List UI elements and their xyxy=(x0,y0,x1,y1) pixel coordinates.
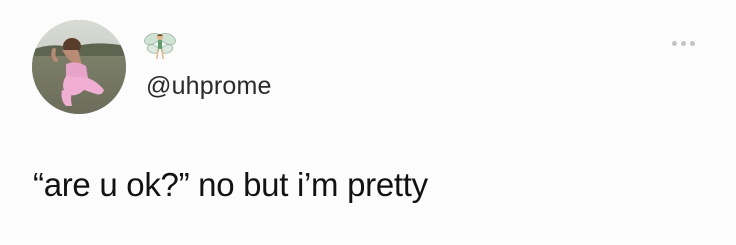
profile-photo-image xyxy=(32,20,126,114)
user-handle[interactable]: @uhprome xyxy=(146,72,272,101)
more-dot xyxy=(681,41,686,46)
avatar[interactable] xyxy=(32,20,126,114)
more-dot xyxy=(672,41,677,46)
tweet-card: @uhprome “are u ok?” no but i’m pretty xyxy=(0,0,736,245)
more-dot xyxy=(690,41,695,46)
tweet-text: “are u ok?” no but i’m pretty xyxy=(33,166,428,203)
fairy-emoji-icon xyxy=(143,30,177,62)
ellipsis-icon[interactable] xyxy=(672,36,702,50)
